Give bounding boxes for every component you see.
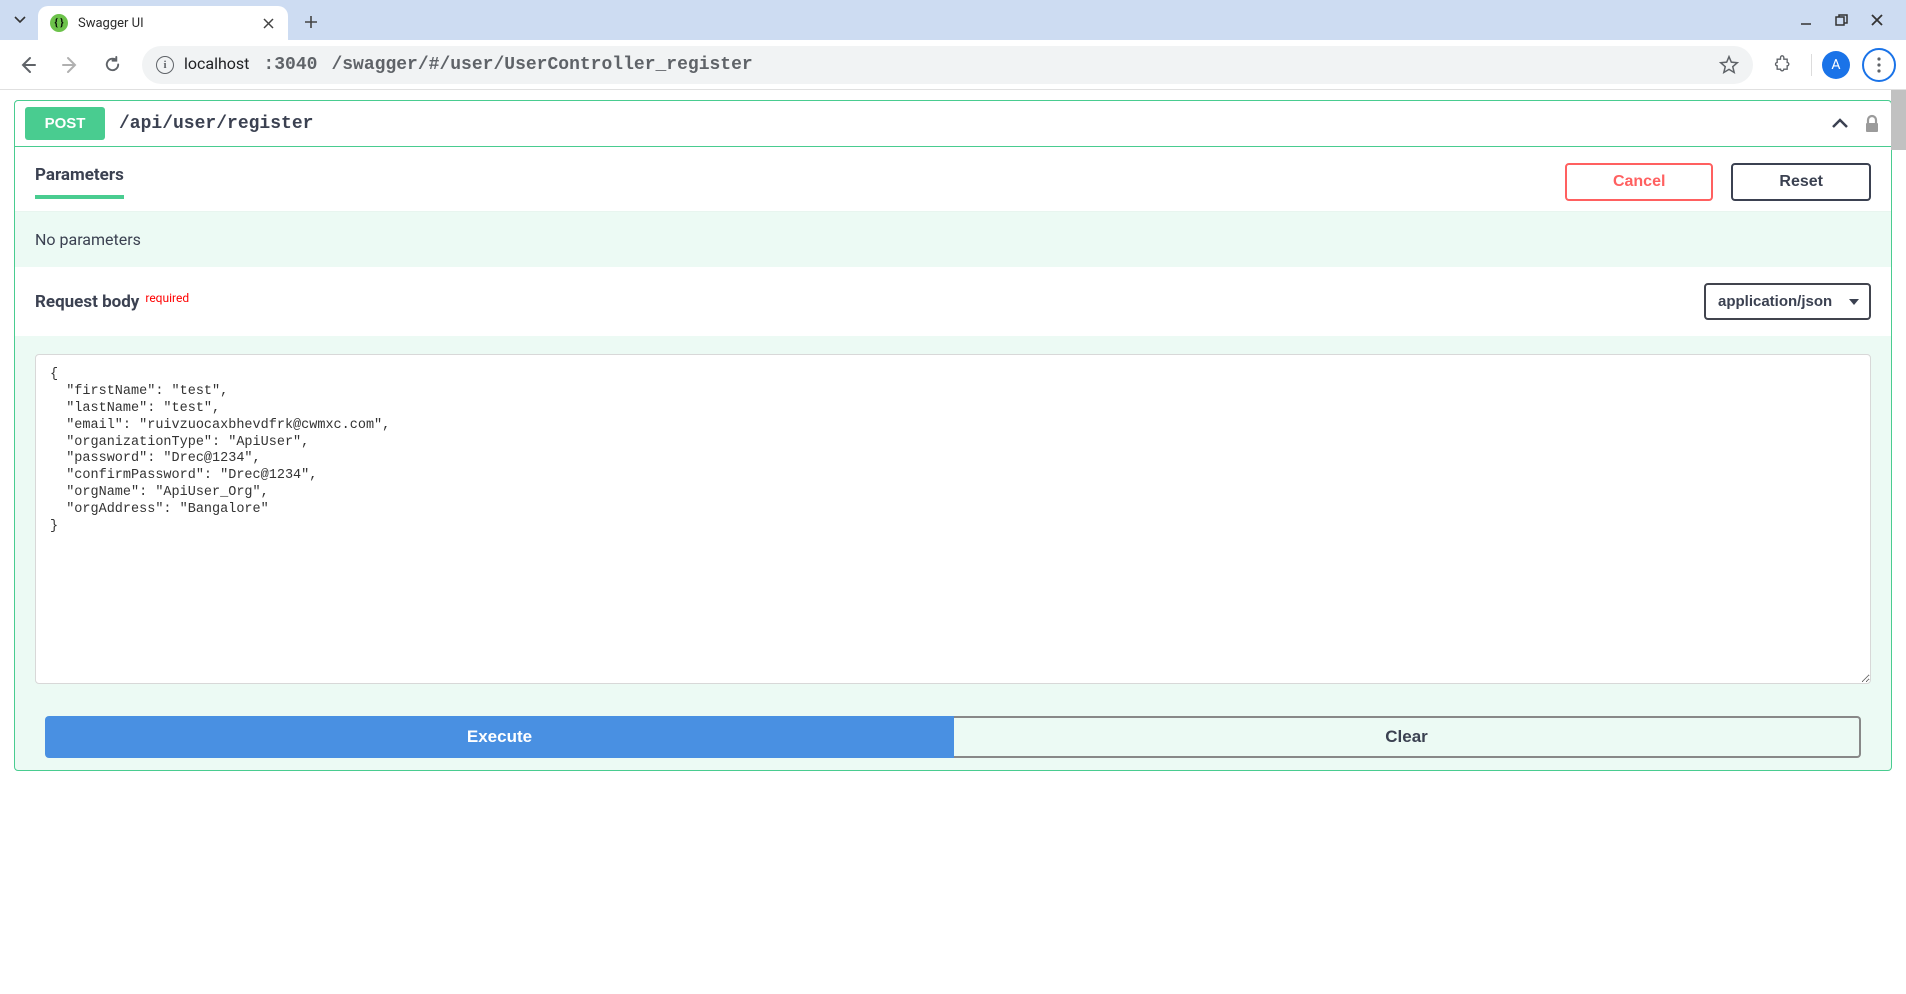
extensions-button[interactable]	[1765, 47, 1801, 83]
request-body-editor[interactable]	[35, 354, 1871, 684]
maximize-button[interactable]	[1835, 14, 1848, 27]
page-scrollbar-thumb[interactable]	[1891, 90, 1906, 150]
content-type-select-wrap: application/json	[1704, 283, 1871, 320]
parameters-tab[interactable]: Parameters	[35, 165, 124, 199]
star-icon	[1719, 55, 1739, 75]
maximize-icon	[1835, 14, 1848, 27]
cancel-button[interactable]: Cancel	[1565, 163, 1713, 201]
site-info-icon[interactable]: i	[156, 56, 174, 74]
browser-toolbar: i localhost :3040/swagger/#/user/UserCont…	[0, 40, 1906, 90]
window-controls	[1799, 0, 1898, 40]
toolbar-divider	[1811, 54, 1812, 76]
url-text: localhost :3040/swagger/#/user/UserContro…	[184, 54, 753, 75]
tab-title: Swagger UI	[78, 16, 250, 31]
collapse-toggle[interactable]	[1829, 113, 1851, 135]
required-badge: required	[145, 291, 189, 305]
close-icon	[1870, 13, 1884, 27]
url-path: /swagger/#/user/UserController_register	[331, 55, 752, 75]
lock-icon	[1863, 114, 1881, 134]
request-body-title: Request body	[35, 292, 139, 312]
forward-button[interactable]	[52, 47, 88, 83]
swagger-favicon-icon: { }	[50, 14, 68, 32]
url-port: :3040	[263, 55, 317, 75]
url-host: localhost	[184, 54, 249, 73]
reload-button[interactable]	[94, 47, 130, 83]
bookmark-button[interactable]	[1719, 55, 1739, 75]
tab-bar: { } Swagger UI	[0, 0, 1906, 40]
puzzle-icon	[1773, 55, 1793, 75]
minimize-icon	[1799, 13, 1813, 27]
address-bar[interactable]: i localhost :3040/swagger/#/user/UserCont…	[142, 46, 1753, 84]
chevron-up-icon	[1829, 113, 1851, 135]
back-button[interactable]	[10, 47, 46, 83]
chevron-down-icon	[14, 14, 26, 26]
reset-button[interactable]: Reset	[1731, 163, 1871, 201]
body-editor-container	[15, 336, 1891, 698]
browser-tab[interactable]: { } Swagger UI	[38, 6, 288, 40]
execute-row: Execute Clear	[15, 698, 1891, 770]
vertical-dots-icon	[1877, 57, 1881, 73]
profile-avatar[interactable]: A	[1822, 51, 1850, 79]
endpoint-path: /api/user/register	[119, 114, 313, 134]
http-method-badge: POST	[25, 107, 105, 140]
close-icon	[263, 18, 274, 29]
parameters-title: Parameters	[35, 165, 124, 185]
no-parameters-text: No parameters	[15, 212, 1891, 267]
new-tab-button[interactable]	[296, 7, 326, 37]
content-type-select[interactable]: application/json	[1704, 283, 1871, 320]
arrow-left-icon	[18, 55, 38, 75]
operation-block: POST /api/user/register Parameters Cance…	[14, 100, 1892, 771]
arrow-right-icon	[60, 55, 80, 75]
chrome-menu-button[interactable]	[1862, 48, 1896, 82]
minimize-button[interactable]	[1799, 13, 1813, 27]
tab-search-dropdown[interactable]	[8, 14, 32, 26]
clear-button[interactable]: Clear	[954, 716, 1861, 758]
browser-chrome: { } Swagger UI	[0, 0, 1906, 90]
request-body-header: Request body required application/json	[15, 267, 1891, 336]
window-close-button[interactable]	[1870, 13, 1884, 27]
tab-close-button[interactable]	[260, 15, 276, 31]
operation-summary[interactable]: POST /api/user/register	[15, 101, 1891, 147]
execute-button[interactable]: Execute	[45, 716, 954, 758]
auth-lock[interactable]	[1863, 114, 1881, 134]
swagger-page: POST /api/user/register Parameters Cance…	[0, 90, 1906, 771]
reload-icon	[103, 55, 122, 74]
summary-controls	[1829, 113, 1881, 135]
parameters-header: Parameters Cancel Reset	[15, 147, 1891, 212]
plus-icon	[304, 15, 318, 29]
parameters-actions: Cancel Reset	[1565, 163, 1871, 201]
